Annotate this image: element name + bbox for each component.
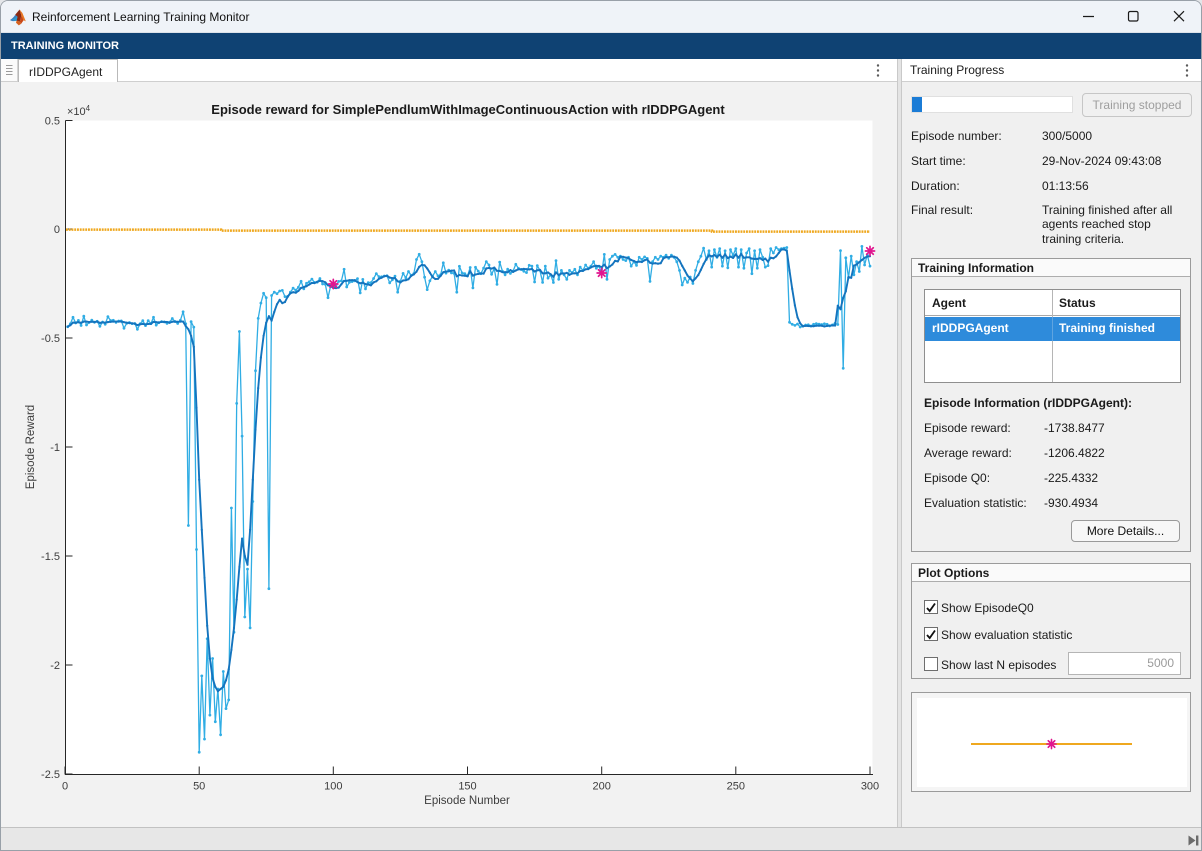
svg-text:300: 300	[861, 781, 879, 793]
svg-text:150: 150	[458, 781, 476, 793]
svg-text:Episode reward for SimplePendl: Episode reward for SimplePendlumWithImag…	[211, 102, 725, 117]
svg-text:-0.5: -0.5	[41, 333, 60, 345]
svg-text:-1: -1	[50, 442, 60, 454]
svg-text:-2: -2	[50, 660, 60, 672]
svg-text:50: 50	[193, 781, 205, 793]
svg-text:-1.5: -1.5	[41, 551, 60, 563]
svg-text:0.5: 0.5	[45, 115, 60, 127]
svg-text:Episode Reward: Episode Reward	[25, 405, 37, 489]
svg-text:Episode Number: Episode Number	[424, 795, 510, 807]
svg-text:0: 0	[62, 781, 68, 793]
svg-text:-2.5: -2.5	[41, 769, 60, 781]
svg-text:0: 0	[54, 224, 60, 236]
svg-text:250: 250	[727, 781, 745, 793]
svg-text:200: 200	[593, 781, 611, 793]
svg-text:×104: ×104	[67, 104, 91, 118]
svg-text:100: 100	[324, 781, 342, 793]
